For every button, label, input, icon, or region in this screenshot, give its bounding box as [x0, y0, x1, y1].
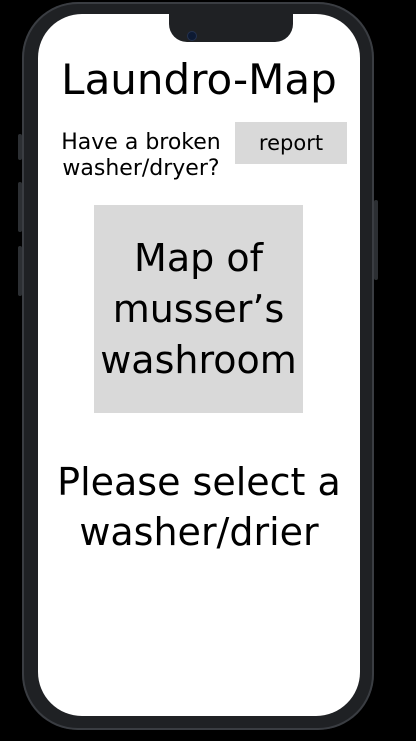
- camera-icon: [188, 32, 196, 40]
- washroom-map[interactable]: Map of musser’s washroom: [94, 205, 303, 413]
- select-washer-prompt: Please select a washer/drier: [57, 460, 341, 554]
- map-placeholder-label: Map of musser’s washroom: [100, 235, 297, 382]
- phone-screen: Laundro-Map Have a broken washer/dryer? …: [38, 14, 360, 716]
- report-prompt: Have a broken washer/dryer?: [61, 130, 221, 181]
- power-button: [374, 200, 378, 280]
- report-button[interactable]: report: [235, 122, 347, 164]
- app-title: Laundro-Map: [61, 55, 337, 104]
- device-stage: Laundro-Map Have a broken washer/dryer? …: [0, 0, 416, 741]
